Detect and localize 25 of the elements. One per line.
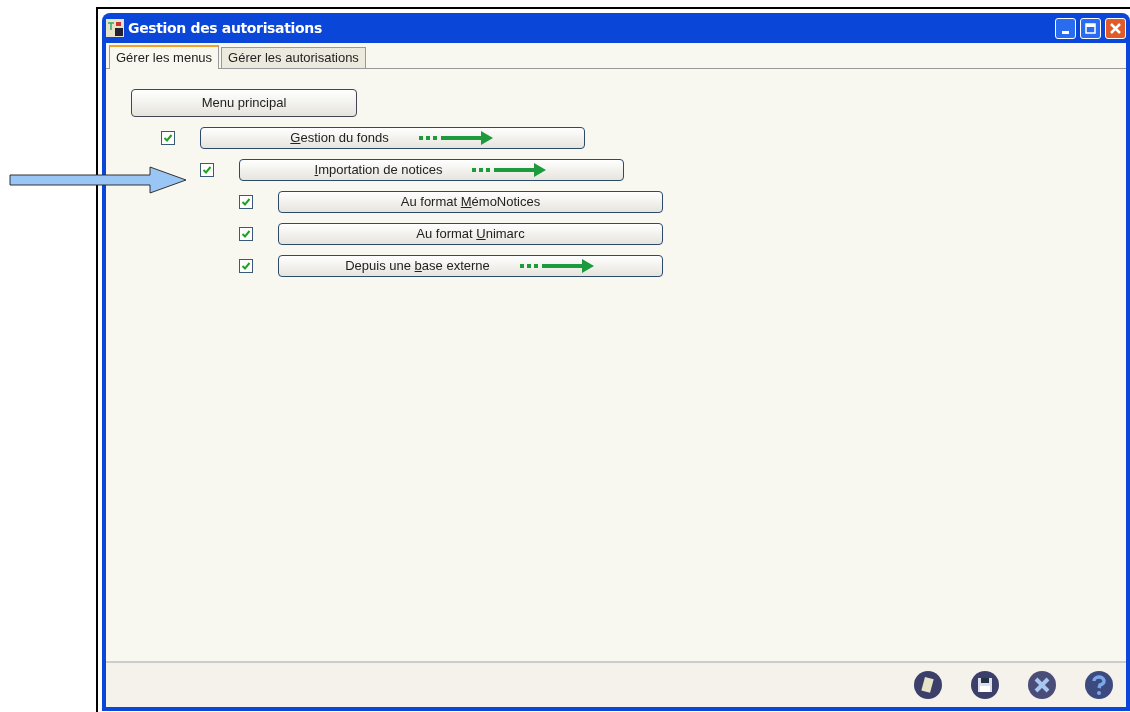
maximize-button[interactable] [1080,17,1101,39]
menu-button[interactable]: Gestion du fonds [200,127,585,149]
checkbox[interactable] [200,163,214,177]
menu-button[interactable]: Depuis une base externe [278,255,663,277]
checkbox[interactable] [239,195,253,209]
help-icon[interactable] [1084,670,1114,700]
window-title: Gestion des autorisations [128,18,322,38]
maximize-icon [1085,22,1096,34]
minimize-icon [1062,30,1069,34]
checkbox[interactable] [239,227,253,241]
menu-button[interactable]: Au format Unimarc [278,223,663,245]
checkbox[interactable] [239,259,253,273]
close-button[interactable] [1105,17,1126,39]
tab[interactable]: Gérer les autorisations [221,47,366,68]
menu-button[interactable]: Au format MémoNotices [278,191,663,213]
save-icon[interactable] [970,670,1000,700]
tab[interactable]: Gérer les menus [109,45,220,69]
menu-button[interactable]: Importation de notices [239,159,624,181]
app-icon [106,19,124,37]
checkbox[interactable] [161,131,175,145]
minimize-button[interactable] [1055,17,1076,39]
close-icon [1110,22,1121,34]
cancel-icon[interactable] [1027,670,1057,700]
document-icon[interactable] [913,670,943,700]
menu-button[interactable]: Menu principal [131,89,357,117]
